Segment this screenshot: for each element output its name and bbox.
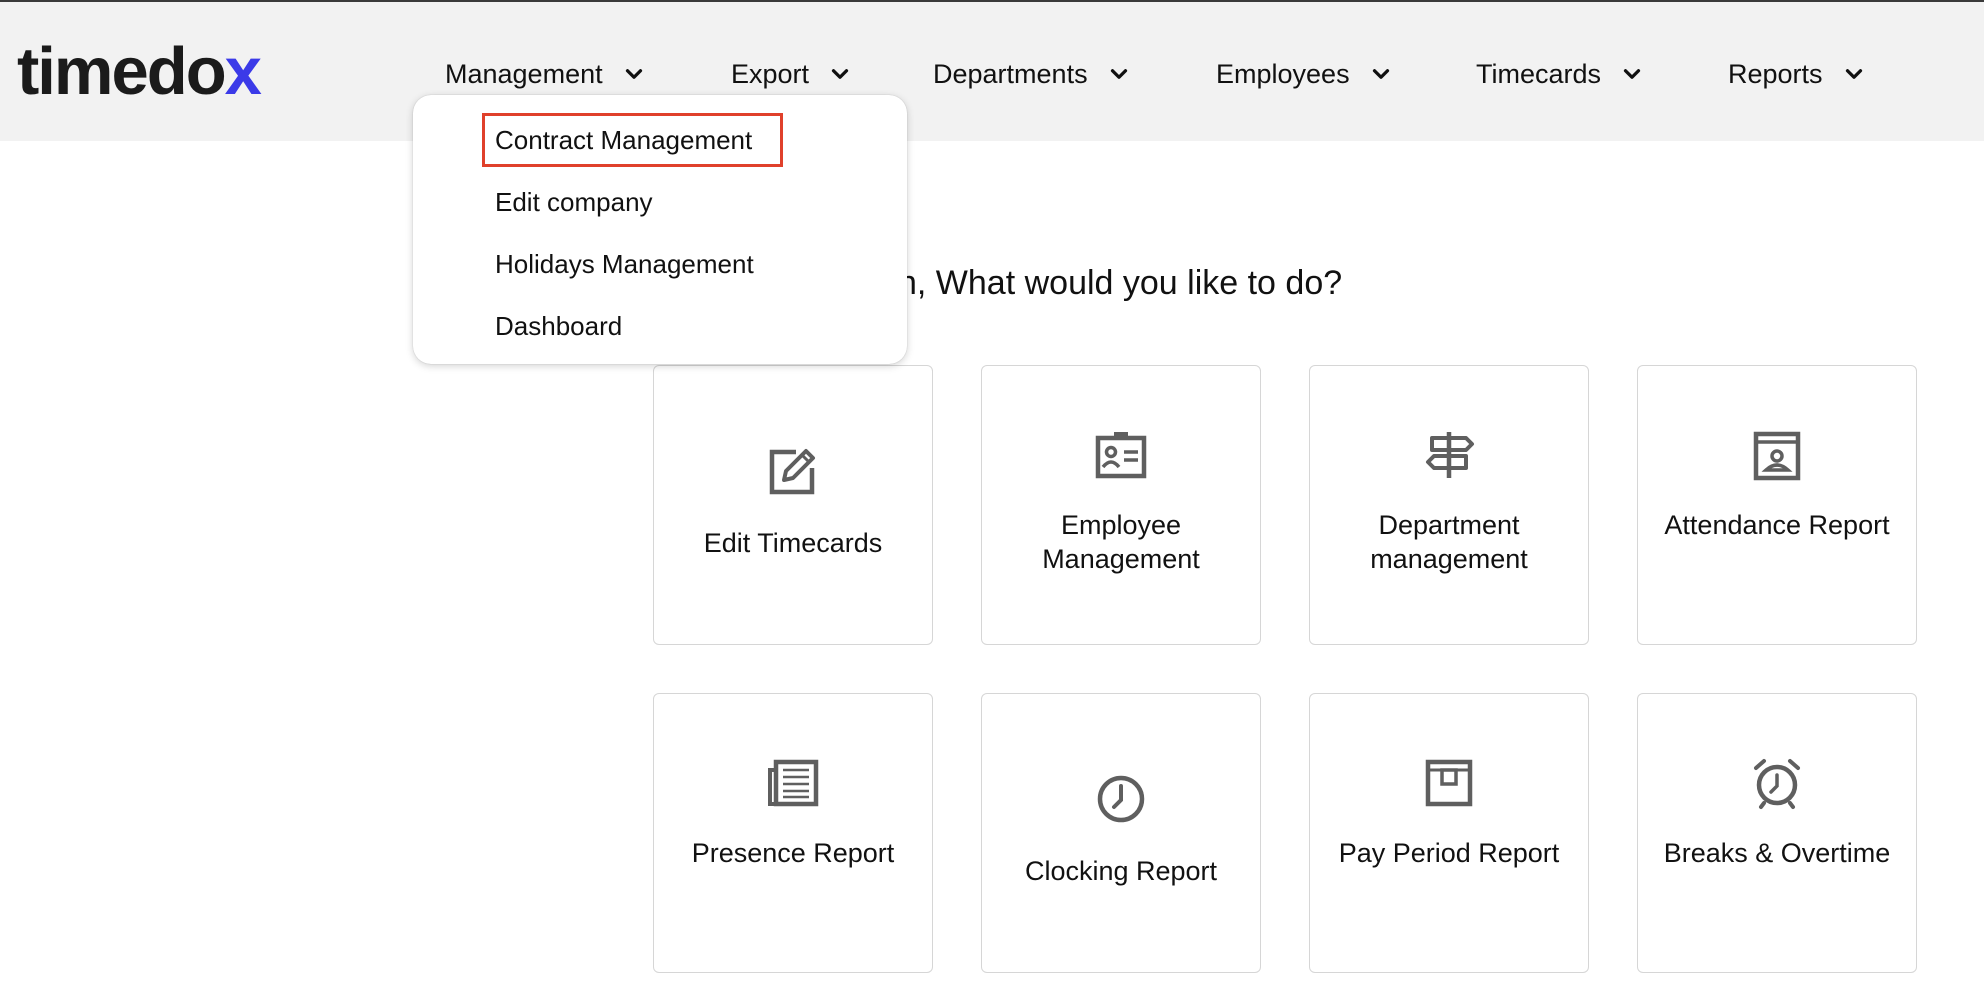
card-label: Attendance Report (1664, 510, 1890, 540)
nav-reports[interactable]: Reports (1728, 52, 1867, 96)
id-badge-icon (1094, 428, 1148, 482)
card-label: Presence Report (691, 838, 895, 868)
timedox-logo[interactable]: timedox (17, 32, 262, 112)
card-label: Pay Period Report (1338, 838, 1560, 868)
menu-item-holidays-management[interactable]: Holidays Management (495, 244, 754, 284)
nav-export-label: Export (731, 58, 810, 89)
nav-employees[interactable]: Employees (1216, 52, 1394, 96)
nav-reports-label: Reports (1728, 58, 1823, 89)
card-pay-period-report[interactable]: Pay Period Report (1309, 693, 1589, 973)
chevron-down-icon (621, 61, 647, 87)
nav-timecards[interactable]: Timecards (1476, 52, 1645, 96)
management-dropdown-menu: Contract Management Edit company Holiday… (413, 95, 907, 364)
card-department-management[interactable]: Department management (1309, 365, 1589, 645)
nav-management[interactable]: Management (445, 52, 647, 96)
nav-departments-label: Departments (933, 58, 1088, 89)
card-attendance-report[interactable]: Attendance Report (1637, 365, 1917, 645)
chevron-down-icon (1619, 61, 1645, 87)
top-navbar: timedox Management Export Departments Em… (0, 2, 1984, 141)
menu-item-contract-management[interactable]: Contract Management (495, 120, 752, 160)
chevron-down-icon (1368, 61, 1394, 87)
nav-employees-label: Employees (1216, 58, 1350, 89)
menu-item-edit-company[interactable]: Edit company (495, 182, 653, 222)
chevron-down-icon (1106, 61, 1132, 87)
chevron-down-icon (827, 61, 853, 87)
page-greeting: n, What would you like to do? (898, 264, 1343, 302)
signpost-icon (1422, 428, 1476, 482)
newspaper-icon (766, 756, 820, 810)
alarm-clock-icon (1750, 756, 1804, 810)
card-employee-management[interactable]: Employee Management (981, 365, 1261, 645)
nav-timecards-label: Timecards (1476, 58, 1602, 89)
card-label: Clocking Report (1024, 856, 1218, 886)
menu-item-dashboard[interactable]: Dashboard (495, 306, 622, 346)
contact-book-icon (1750, 428, 1804, 482)
clock-icon (1094, 772, 1148, 826)
card-clocking-report[interactable]: Clocking Report (981, 693, 1261, 973)
nav-export[interactable]: Export (731, 52, 853, 96)
calendar-box-icon (1422, 756, 1476, 810)
card-presence-report[interactable]: Presence Report (653, 693, 933, 973)
card-edit-timecards[interactable]: Edit Timecards (653, 365, 933, 645)
chevron-down-icon (1841, 61, 1867, 87)
card-label: Department management (1370, 510, 1528, 574)
card-label: Edit Timecards (703, 528, 883, 558)
edit-icon (766, 444, 820, 498)
card-label: Employee Management (1042, 510, 1200, 574)
nav-departments[interactable]: Departments (933, 52, 1132, 96)
card-breaks-overtime[interactable]: Breaks & Overtime (1637, 693, 1917, 973)
card-label: Breaks & Overtime (1663, 838, 1891, 868)
nav-management-label: Management (445, 58, 603, 89)
